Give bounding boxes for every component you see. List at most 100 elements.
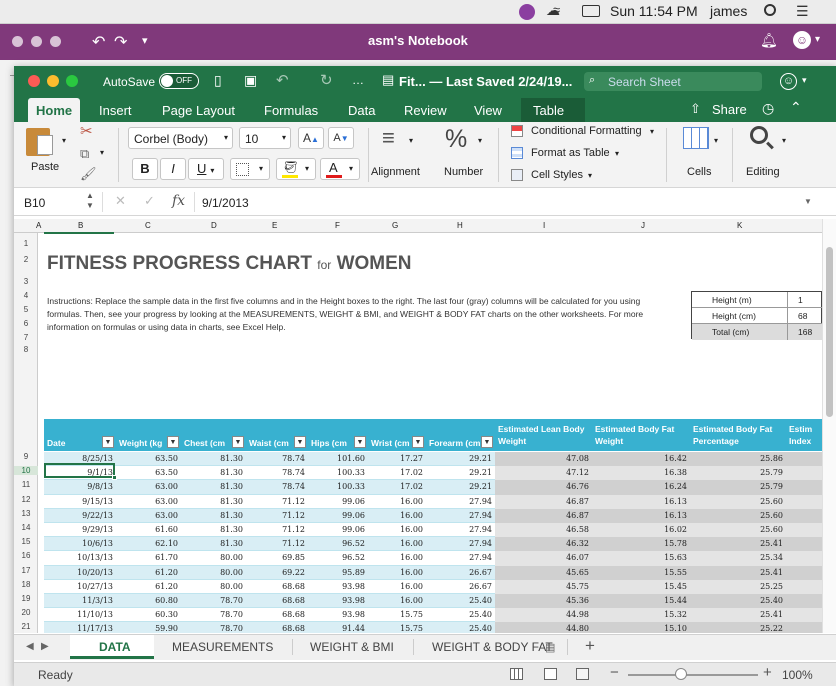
bell-icon[interactable]: 🔔︎ (760, 32, 778, 49)
row-number[interactable]: 11 (14, 480, 38, 489)
table-cell[interactable]: 46.87 (495, 508, 592, 523)
font-name-select[interactable]: Corbel (Body) ▾ (128, 127, 233, 149)
zoom-in-icon[interactable]: + (763, 664, 772, 681)
dropdown-icon[interactable]: ▾ (650, 127, 654, 136)
expand-formula-icon[interactable]: ▼ (804, 197, 812, 206)
table-cell[interactable]: 44.80 (495, 622, 592, 633)
table-cell[interactable] (786, 537, 822, 552)
col-i[interactable]: I (543, 221, 545, 230)
table-cell[interactable]: 80.00 (181, 580, 246, 594)
tab-page-layout[interactable]: Page Layout (162, 100, 235, 122)
table-cell[interactable]: 60.30 (116, 608, 181, 622)
table-cell[interactable]: 27.94 (426, 523, 495, 537)
name-box[interactable]: B10 (24, 196, 45, 210)
table-cell[interactable]: 95.89 (308, 566, 368, 580)
column-header[interactable]: Estim Index (789, 423, 822, 449)
table-cell[interactable]: 47.12 (495, 466, 592, 481)
dropdown-icon[interactable]: ▾ (782, 136, 786, 145)
table-cell[interactable]: 16.02 (592, 523, 690, 538)
table-cell[interactable]: 45.65 (495, 565, 592, 580)
table-cell[interactable] (786, 608, 822, 623)
zoom-slider-thumb[interactable] (675, 668, 687, 680)
dropdown-icon[interactable]: ▾ (62, 136, 66, 145)
table-cell[interactable] (786, 480, 822, 495)
menubar-clock[interactable]: Sun 11:54 PM (610, 3, 698, 19)
table-cell[interactable]: 63.00 (116, 509, 181, 523)
table-cell[interactable]: 71.12 (246, 509, 308, 523)
table-cell[interactable]: 99.06 (308, 523, 368, 537)
col-b[interactable]: B (78, 221, 83, 230)
table-cell[interactable]: 45.36 (495, 594, 592, 609)
col-g[interactable]: G (392, 221, 398, 230)
row-number[interactable]: 8 (14, 345, 38, 354)
filter-dropdown-icon[interactable]: ▼ (167, 436, 179, 448)
table-cell[interactable]: 100.33 (308, 480, 368, 494)
table-cell[interactable]: 69.22 (246, 566, 308, 580)
row-number[interactable]: 9 (14, 452, 38, 461)
table-cell[interactable]: 15.75 (368, 608, 426, 622)
italic-button[interactable]: I (160, 158, 186, 180)
table-cell[interactable]: 29.21 (426, 466, 495, 480)
table-cell[interactable]: 25.60 (690, 494, 786, 509)
table-cell[interactable]: 62.10 (116, 537, 181, 551)
page-layout-view-icon[interactable] (544, 668, 557, 680)
table-cell[interactable]: 61.20 (116, 566, 181, 580)
table-cell[interactable]: 68.68 (246, 580, 308, 594)
table-cell[interactable] (786, 466, 822, 481)
display-icon[interactable] (582, 5, 600, 17)
paste-label[interactable]: Paste (31, 161, 59, 173)
table-cell[interactable]: 71.12 (246, 495, 308, 509)
sheet-list-icon[interactable]: ▤ (545, 641, 555, 654)
fx-icon[interactable]: fx (172, 193, 185, 209)
zoom-out-icon[interactable]: − (610, 664, 619, 681)
dropdown-icon[interactable]: ▾ (615, 149, 619, 158)
table-cell[interactable]: 25.40 (426, 594, 495, 608)
undo-icon[interactable]: ↶ (276, 71, 289, 89)
table-cell[interactable]: 91.44 (308, 622, 368, 633)
table-cell[interactable]: 81.30 (181, 466, 246, 480)
zoom-button[interactable] (50, 36, 61, 47)
table-cell[interactable]: 16.00 (368, 523, 426, 537)
tab-table[interactable]: Table (533, 100, 564, 122)
table-cell[interactable]: 99.06 (308, 509, 368, 523)
more-icon[interactable]: … (352, 73, 364, 87)
app-icon-purple[interactable] (519, 4, 535, 20)
table-cell[interactable]: 10/13/13 (44, 551, 116, 565)
table-cell[interactable]: 68.68 (246, 608, 308, 622)
table-cell[interactable]: 16.00 (368, 537, 426, 551)
notification-center-icon[interactable]: ☰ (796, 4, 809, 18)
normal-view-icon[interactable] (510, 668, 523, 680)
row-number[interactable]: 10 (14, 466, 38, 476)
page-break-view-icon[interactable] (576, 668, 589, 680)
smiley-icon[interactable]: ☺ (793, 31, 811, 49)
tab-data[interactable]: Data (348, 100, 375, 122)
table-cell[interactable]: 25.41 (690, 537, 786, 552)
table-cell[interactable]: 25.40 (690, 594, 786, 609)
wifi-icon[interactable]: ≈ (553, 2, 560, 17)
col-h[interactable]: H (457, 221, 463, 230)
table-cell[interactable]: 63.00 (116, 495, 181, 509)
filter-dropdown-icon[interactable]: ▼ (481, 436, 493, 448)
table-cell[interactable]: 9/8/13 (44, 480, 116, 494)
tab-formulas[interactable]: Formulas (264, 100, 318, 122)
row-number[interactable]: 15 (14, 537, 38, 546)
table-cell[interactable]: 69.85 (246, 551, 308, 565)
table-cell[interactable]: 11/17/13 (44, 622, 116, 633)
chevron-down-icon[interactable]: ▾ (815, 34, 820, 45)
dropdown-icon[interactable]: ▾ (588, 171, 592, 180)
row-number[interactable]: 13 (14, 509, 38, 518)
cancel-icon[interactable]: ✕ (115, 193, 126, 209)
underline-button[interactable]: U ▾ (188, 158, 224, 180)
table-cell[interactable]: 78.74 (246, 480, 308, 494)
row-number[interactable]: 17 (14, 566, 38, 575)
table-cell[interactable]: 45.75 (495, 579, 592, 594)
row-number[interactable]: 12 (14, 495, 38, 504)
table-cell[interactable]: 93.98 (308, 594, 368, 608)
collapse-ribbon-icon[interactable]: ⌃ (790, 99, 802, 116)
table-cell[interactable]: 93.98 (308, 580, 368, 594)
formula-input[interactable]: 9/1/2013 (202, 196, 249, 210)
table-cell[interactable] (786, 551, 822, 566)
fill-color-button[interactable]: 🪣︎ ▾ (276, 158, 316, 180)
col-c[interactable]: C (145, 221, 151, 230)
table-cell[interactable]: 16.38 (592, 466, 690, 481)
